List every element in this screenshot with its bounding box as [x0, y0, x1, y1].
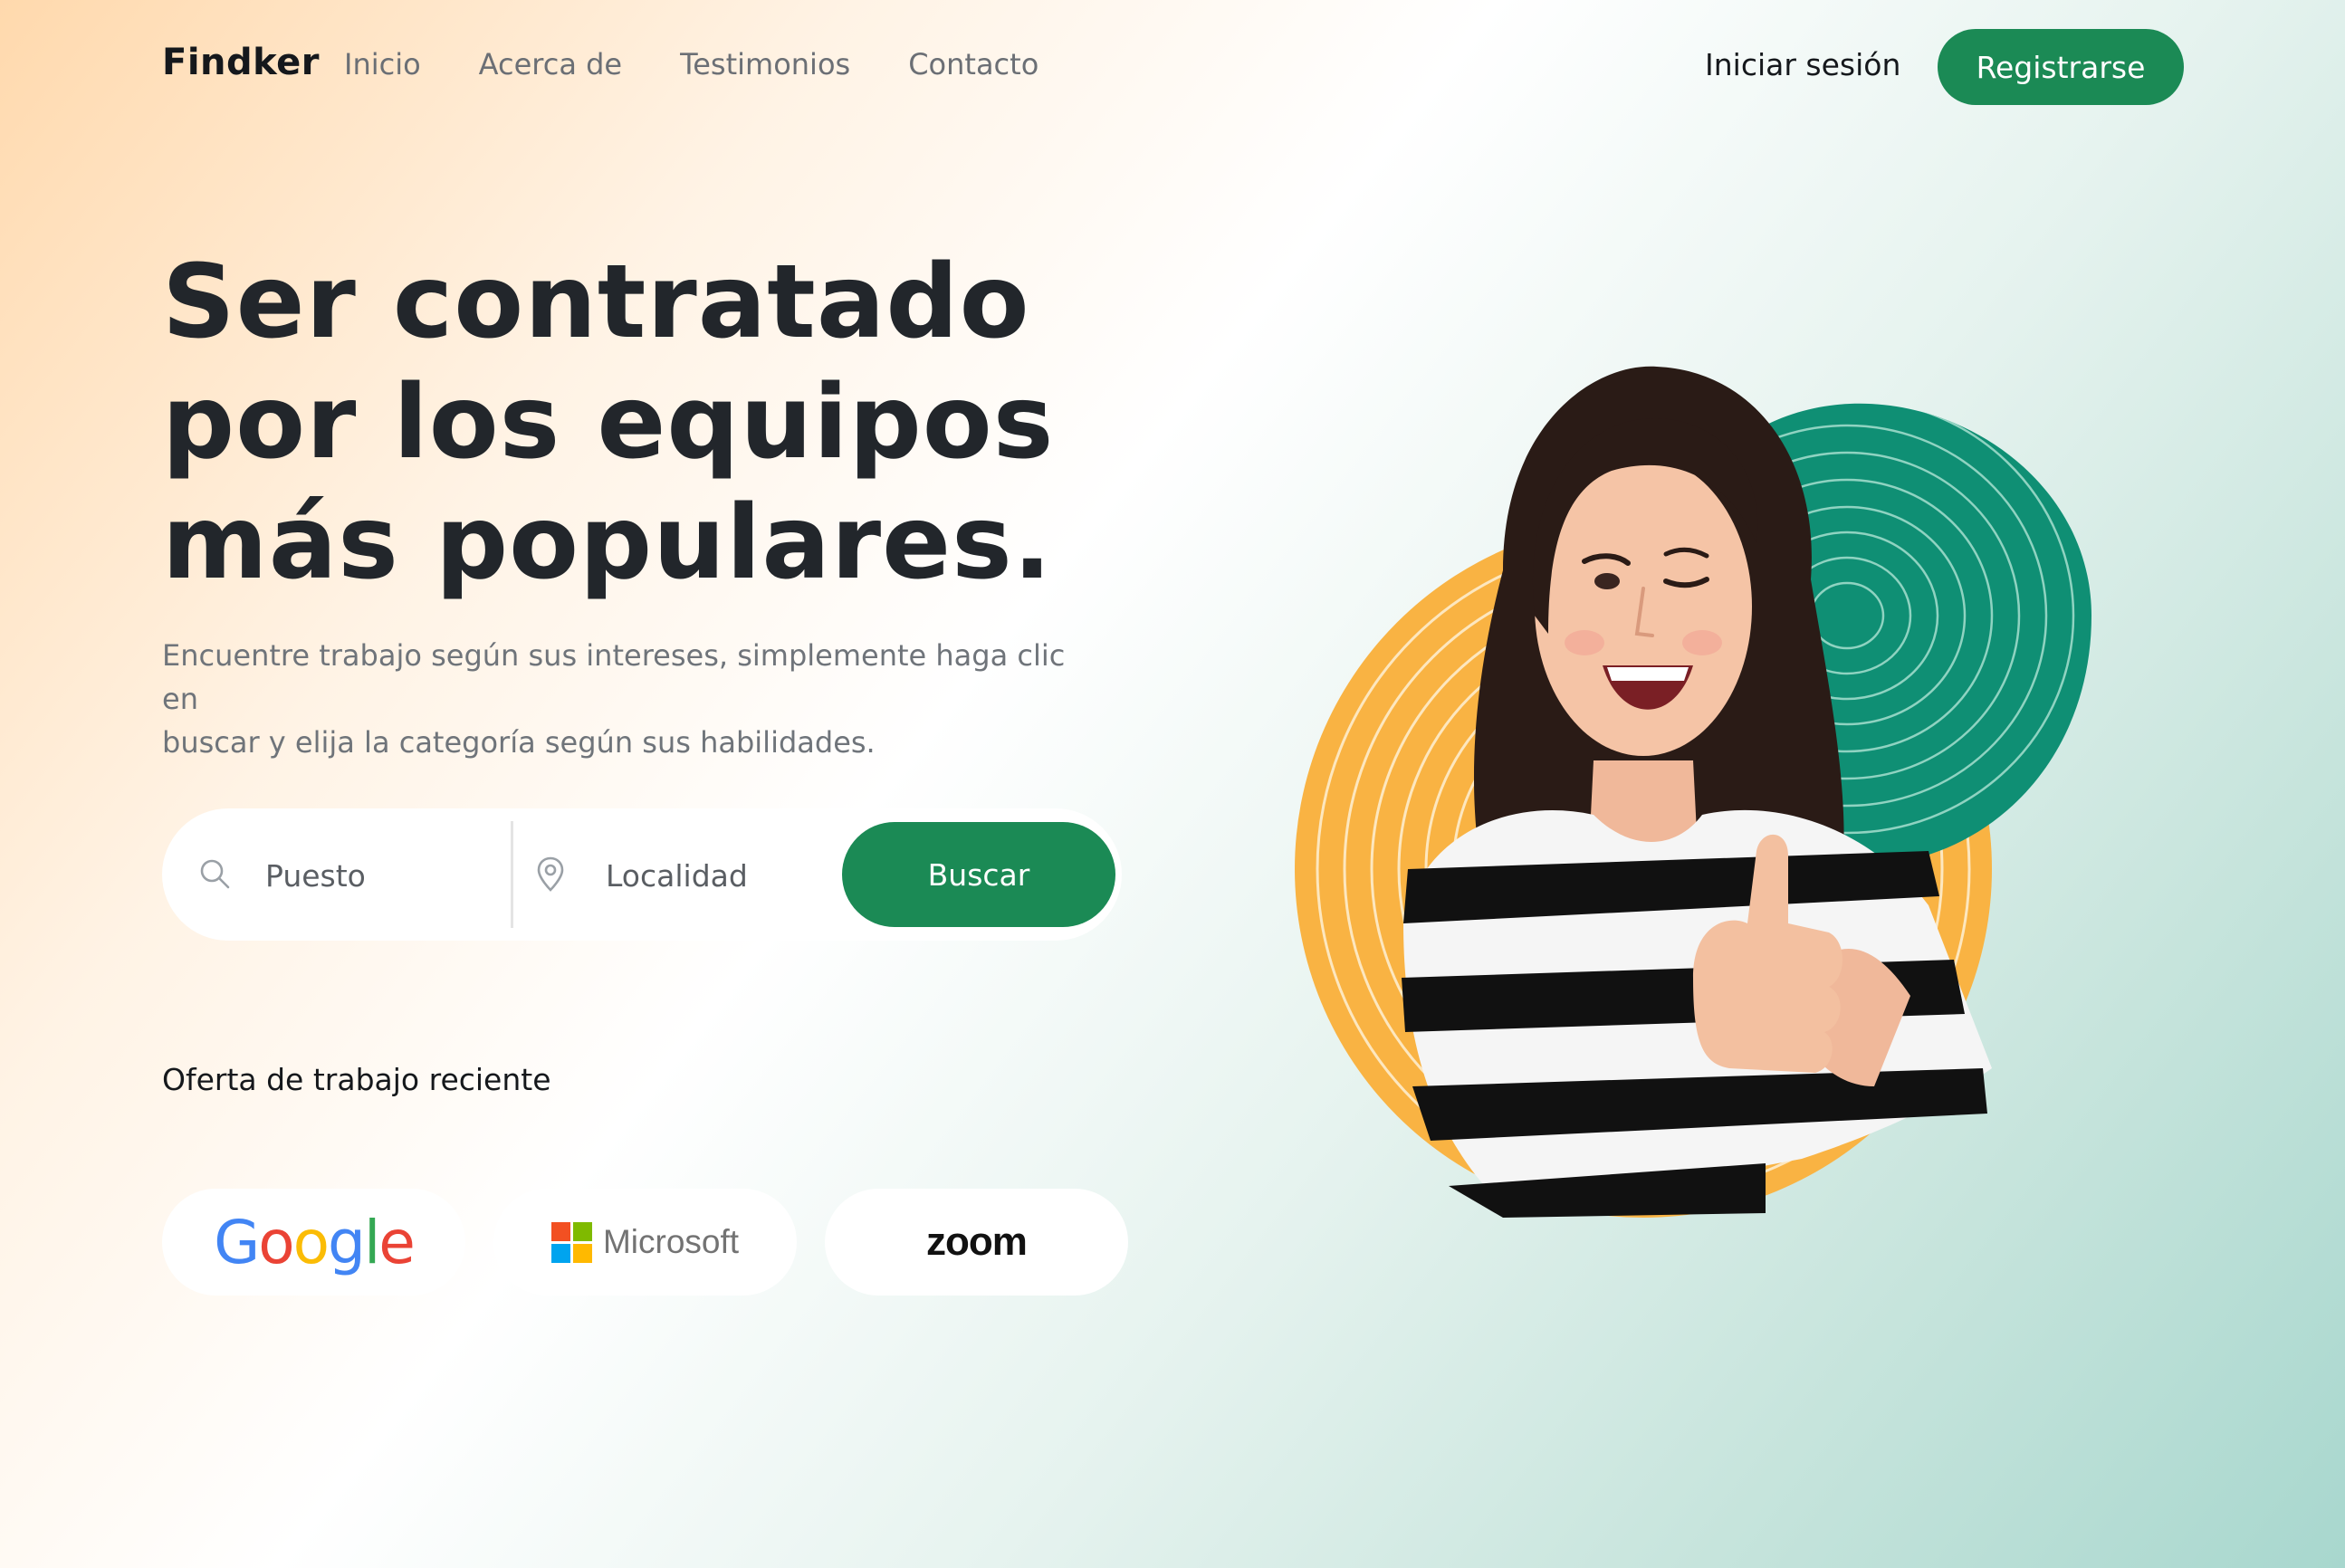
location-pin-icon	[537, 856, 564, 892]
company-card-zoom[interactable]: zoom	[825, 1189, 1128, 1296]
job-title-input[interactable]	[263, 845, 484, 906]
google-logo: Google	[214, 1207, 416, 1277]
hero-subtitle: Encuentre trabajo según sus intereses, s…	[162, 634, 1086, 764]
top-navbar: Findker Inicio Acerca de Testimonios Con…	[0, 0, 2345, 136]
company-card-microsoft[interactable]: Microsoft	[493, 1189, 797, 1296]
hero-subtitle-line-2: buscar y elija la categoría según sus ha…	[162, 725, 876, 760]
hero-subtitle-line-1: Encuentre trabajo según sus intereses, s…	[162, 638, 1066, 716]
search-button[interactable]: Buscar	[842, 822, 1115, 927]
hero-title-line-3: más populares.	[162, 484, 1053, 602]
job-search-bar: Buscar	[162, 808, 1122, 941]
nav-link-inicio[interactable]: Inicio	[344, 47, 421, 81]
search-icon	[200, 859, 230, 889]
microsoft-logo: Microsoft	[550, 1221, 740, 1263]
nav-link-contacto[interactable]: Contacto	[908, 47, 1038, 81]
location-input[interactable]	[604, 845, 816, 906]
microsoft-wordmark: Microsoft	[602, 1223, 740, 1260]
nav-links: Inicio Acerca de Testimonios Contacto	[344, 47, 1038, 81]
nav-link-acerca-de[interactable]: Acerca de	[479, 47, 622, 81]
hero-title-line-1: Ser contratado	[162, 244, 1030, 361]
hero-title-line-2: por los equipos	[162, 364, 1055, 482]
zoom-logo: zoom	[926, 1219, 1028, 1264]
nav-link-testimonios[interactable]: Testimonios	[680, 47, 850, 81]
login-link[interactable]: Iniciar sesión	[1705, 47, 1900, 82]
register-button[interactable]: Registrarse	[1938, 29, 2184, 105]
company-card-google[interactable]: Google	[162, 1189, 465, 1296]
hero-illustration	[1295, 366, 2091, 1218]
search-divider	[511, 821, 513, 928]
brand-logo[interactable]: Findker	[162, 42, 320, 83]
recent-offers-heading: Oferta de trabajo reciente	[162, 1062, 551, 1097]
microsoft-squares-icon	[550, 1221, 592, 1263]
hero-title: Ser contratado por los equipos más popul…	[162, 243, 1230, 604]
